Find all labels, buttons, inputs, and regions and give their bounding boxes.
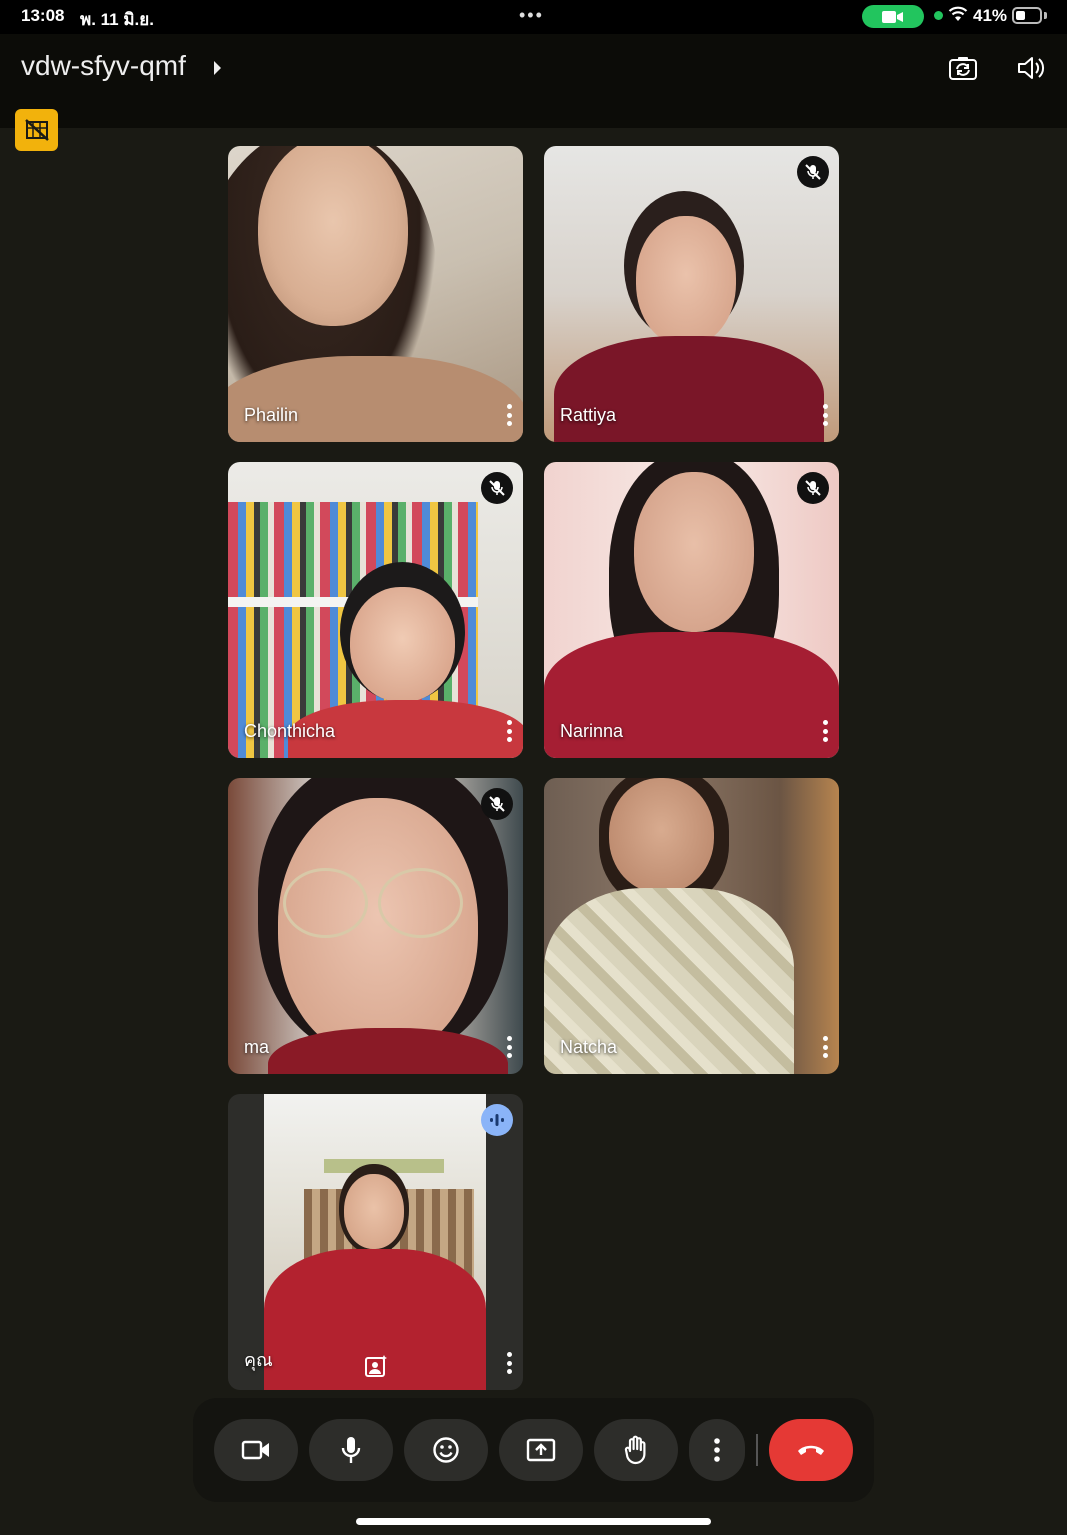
muted-mic-icon [481,788,513,820]
participant-name: Natcha [560,1037,618,1057]
participant-name: Chonthicha [244,721,336,741]
self-name: คุณ [244,1350,273,1370]
self-view-tile[interactable]: คุณ [228,1094,523,1390]
participant-more-icon[interactable] [821,720,829,742]
hang-up-icon [798,1445,824,1455]
present-screen-button[interactable] [499,1419,583,1481]
status-date: พ. 11 มิ.ย. [80,10,154,29]
meeting-details-chevron-icon[interactable] [214,61,221,75]
participant-tile[interactable]: Rattiya [544,146,839,442]
participant-video [544,462,839,758]
participant-tile[interactable]: ma [228,778,523,1074]
speaking-indicator-icon [481,1104,513,1136]
video-camera-icon [241,1440,269,1460]
participant-more-icon[interactable] [821,404,829,426]
multitasking-dots-icon[interactable]: ••• [519,5,544,26]
participant-tile[interactable]: Natcha [544,778,839,1074]
participant-more-icon[interactable] [505,1036,513,1058]
camera-in-use-icon [862,5,924,28]
battery-nub [1044,12,1047,19]
camera-toggle-button[interactable] [214,1419,298,1481]
muted-mic-icon [797,156,829,188]
switch-camera-icon[interactable] [947,52,979,84]
participant-video [544,778,839,1074]
wifi-icon [948,6,968,27]
microphone-icon [341,1437,361,1463]
self-more-icon[interactable] [505,1352,513,1374]
self-video [264,1094,486,1390]
participant-name: Rattiya [560,405,617,425]
present-screen-icon [526,1438,556,1462]
participant-name: Phailin [244,405,299,425]
participant-tile[interactable]: Narinna [544,462,839,758]
participant-video [228,778,523,1074]
participant-more-icon[interactable] [505,404,513,426]
status-bar: 13:08 พ. 11 มิ.ย. ••• 41% [0,0,1067,34]
participant-tile[interactable]: Phailin [228,146,523,442]
muted-mic-icon [797,472,829,504]
end-call-button[interactable] [769,1419,853,1481]
raise-hand-icon [624,1435,646,1465]
participant-name: ma [244,1037,270,1057]
privacy-indicator-icon [934,11,943,20]
raise-hand-button[interactable] [594,1419,678,1481]
participant-tile[interactable]: Chonthicha [228,462,523,758]
more-options-button[interactable] [689,1419,745,1481]
reactions-button[interactable] [404,1419,488,1481]
smiley-icon [433,1437,459,1463]
visual-effects-icon[interactable] [364,1354,388,1378]
no-video-warning-icon[interactable] [15,109,58,151]
muted-mic-icon [481,472,513,504]
meeting-code[interactable]: vdw-sfyv-qmf [21,50,186,82]
battery-icon [1012,7,1042,24]
participant-video [228,146,523,442]
microphone-toggle-button[interactable] [309,1419,393,1481]
battery-percent: 41% [973,6,1008,25]
participant-video [228,462,523,758]
status-time: 13:08 [21,6,65,25]
more-vertical-icon [714,1438,720,1462]
participant-video [544,146,839,442]
participant-more-icon[interactable] [505,720,513,742]
participant-more-icon[interactable] [821,1036,829,1058]
participant-name: Narinna [560,721,624,741]
meeting-header: vdw-sfyv-qmf [0,34,1067,128]
call-controls-toolbar [193,1398,874,1502]
speaker-icon[interactable] [1015,52,1047,84]
toolbar-divider [756,1434,758,1466]
home-indicator[interactable] [356,1518,711,1525]
